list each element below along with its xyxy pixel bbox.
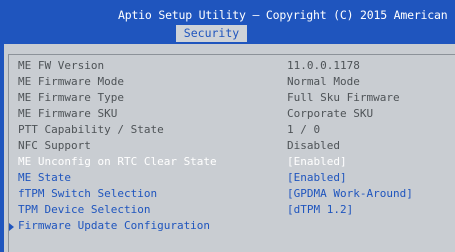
row-me-fw-version: ME FW Version 11.0.0.1178 xyxy=(9,58,455,74)
tpm-device-option[interactable]: [dTPM 1.2] xyxy=(287,202,353,218)
row-nfc-support: NFC Support Disabled xyxy=(9,138,455,154)
me-firmware-type-label: ME Firmware Type xyxy=(18,91,124,104)
row-me-firmware-sku: ME Firmware SKU Corporate SKU xyxy=(9,106,455,122)
me-firmware-sku-value: Corporate SKU xyxy=(287,107,374,120)
me-fw-version-label: ME FW Version xyxy=(18,59,105,72)
row-ptt-capability: PTT Capability / State 1 / 0 xyxy=(9,122,455,138)
me-firmware-sku-label: ME Firmware SKU xyxy=(18,107,118,120)
row-me-state[interactable]: ME State [Enabled] xyxy=(9,170,455,186)
tab-security[interactable]: Security xyxy=(176,25,247,42)
ftpm-switch-option[interactable]: [GPDMA Work-Around] xyxy=(287,186,413,202)
me-firmware-type-value: Full Sku Firmware xyxy=(287,91,400,104)
bios-screen: Aptio Setup Utility – Copyright (C) 2015… xyxy=(0,0,455,252)
submenu-arrow-icon xyxy=(9,223,14,231)
settings-list: ME FW Version 11.0.0.1178 ME Firmware Mo… xyxy=(8,54,455,252)
me-fw-version-value: 11.0.0.1178 xyxy=(287,59,360,72)
me-state-label: ME State xyxy=(18,171,71,184)
ptt-capability-label: PTT Capability / State xyxy=(18,123,164,136)
row-me-firmware-type: ME Firmware Type Full Sku Firmware xyxy=(9,90,455,106)
ptt-capability-value: 1 / 0 xyxy=(287,123,321,136)
firmware-update-configuration-label: Firmware Update Configuration xyxy=(18,219,211,232)
row-me-firmware-mode: ME Firmware Mode Normal Mode xyxy=(9,74,455,90)
title-bar: Aptio Setup Utility – Copyright (C) 2015… xyxy=(0,0,455,44)
me-firmware-mode-value: Normal Mode xyxy=(287,75,360,88)
nfc-support-value: Disabled xyxy=(287,139,340,152)
row-tpm-device[interactable]: TPM Device Selection [dTPM 1.2] xyxy=(9,202,455,218)
ftpm-switch-label: fTPM Switch Selection xyxy=(18,187,158,200)
app-title: Aptio Setup Utility – Copyright (C) 2015… xyxy=(118,8,448,22)
tpm-device-label: TPM Device Selection xyxy=(18,203,151,216)
submenu-firmware-update-configuration[interactable]: Firmware Update Configuration xyxy=(9,218,455,234)
me-state-option[interactable]: [Enabled] xyxy=(287,170,347,186)
row-me-unconfig-rtc[interactable]: ME Unconfig on RTC Clear State [Enabled] xyxy=(9,154,455,170)
row-ftpm-switch[interactable]: fTPM Switch Selection [GPDMA Work-Around… xyxy=(9,186,455,202)
me-unconfig-rtc-label: ME Unconfig on RTC Clear State xyxy=(18,155,217,168)
nfc-support-label: NFC Support xyxy=(18,139,91,152)
me-firmware-mode-label: ME Firmware Mode xyxy=(18,75,124,88)
settings-panel: ME FW Version 11.0.0.1178 ME Firmware Mo… xyxy=(4,44,455,252)
me-unconfig-rtc-option[interactable]: [Enabled] xyxy=(287,154,347,170)
